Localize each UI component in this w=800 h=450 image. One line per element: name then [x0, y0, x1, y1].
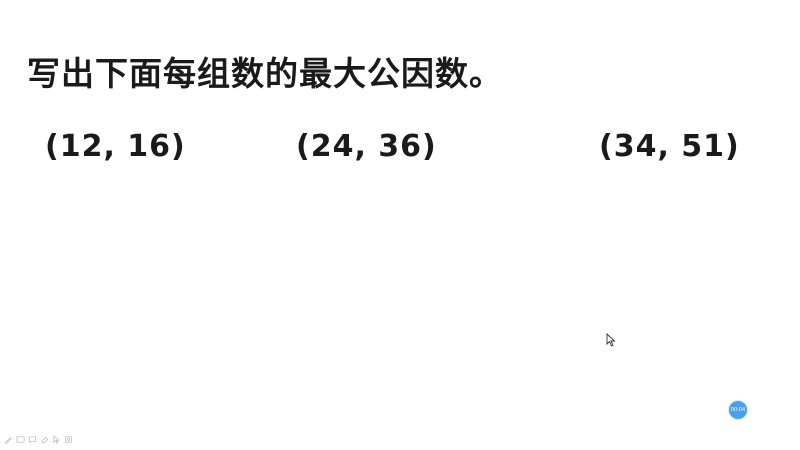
mouse-cursor-icon [606, 333, 616, 347]
slide-canvas: 写出下面每组数的最大公因数。 (12, 16) (24, 36) (34, 51… [0, 0, 800, 450]
presentation-toolbar [4, 435, 73, 444]
number-pair-2: (24, 36) [296, 129, 437, 164]
question-title: 写出下面每组数的最大公因数。 [27, 54, 503, 93]
pen-icon[interactable] [4, 435, 13, 444]
playback-timer[interactable]: 00:04 [729, 401, 747, 419]
pointer-icon[interactable] [52, 435, 61, 444]
screenshot-icon[interactable] [64, 435, 73, 444]
number-pair-1: (12, 16) [45, 129, 186, 164]
number-pair-3: (34, 51) [599, 129, 740, 164]
slides-icon[interactable] [16, 435, 25, 444]
eraser-icon[interactable] [40, 435, 49, 444]
chat-icon[interactable] [28, 435, 37, 444]
